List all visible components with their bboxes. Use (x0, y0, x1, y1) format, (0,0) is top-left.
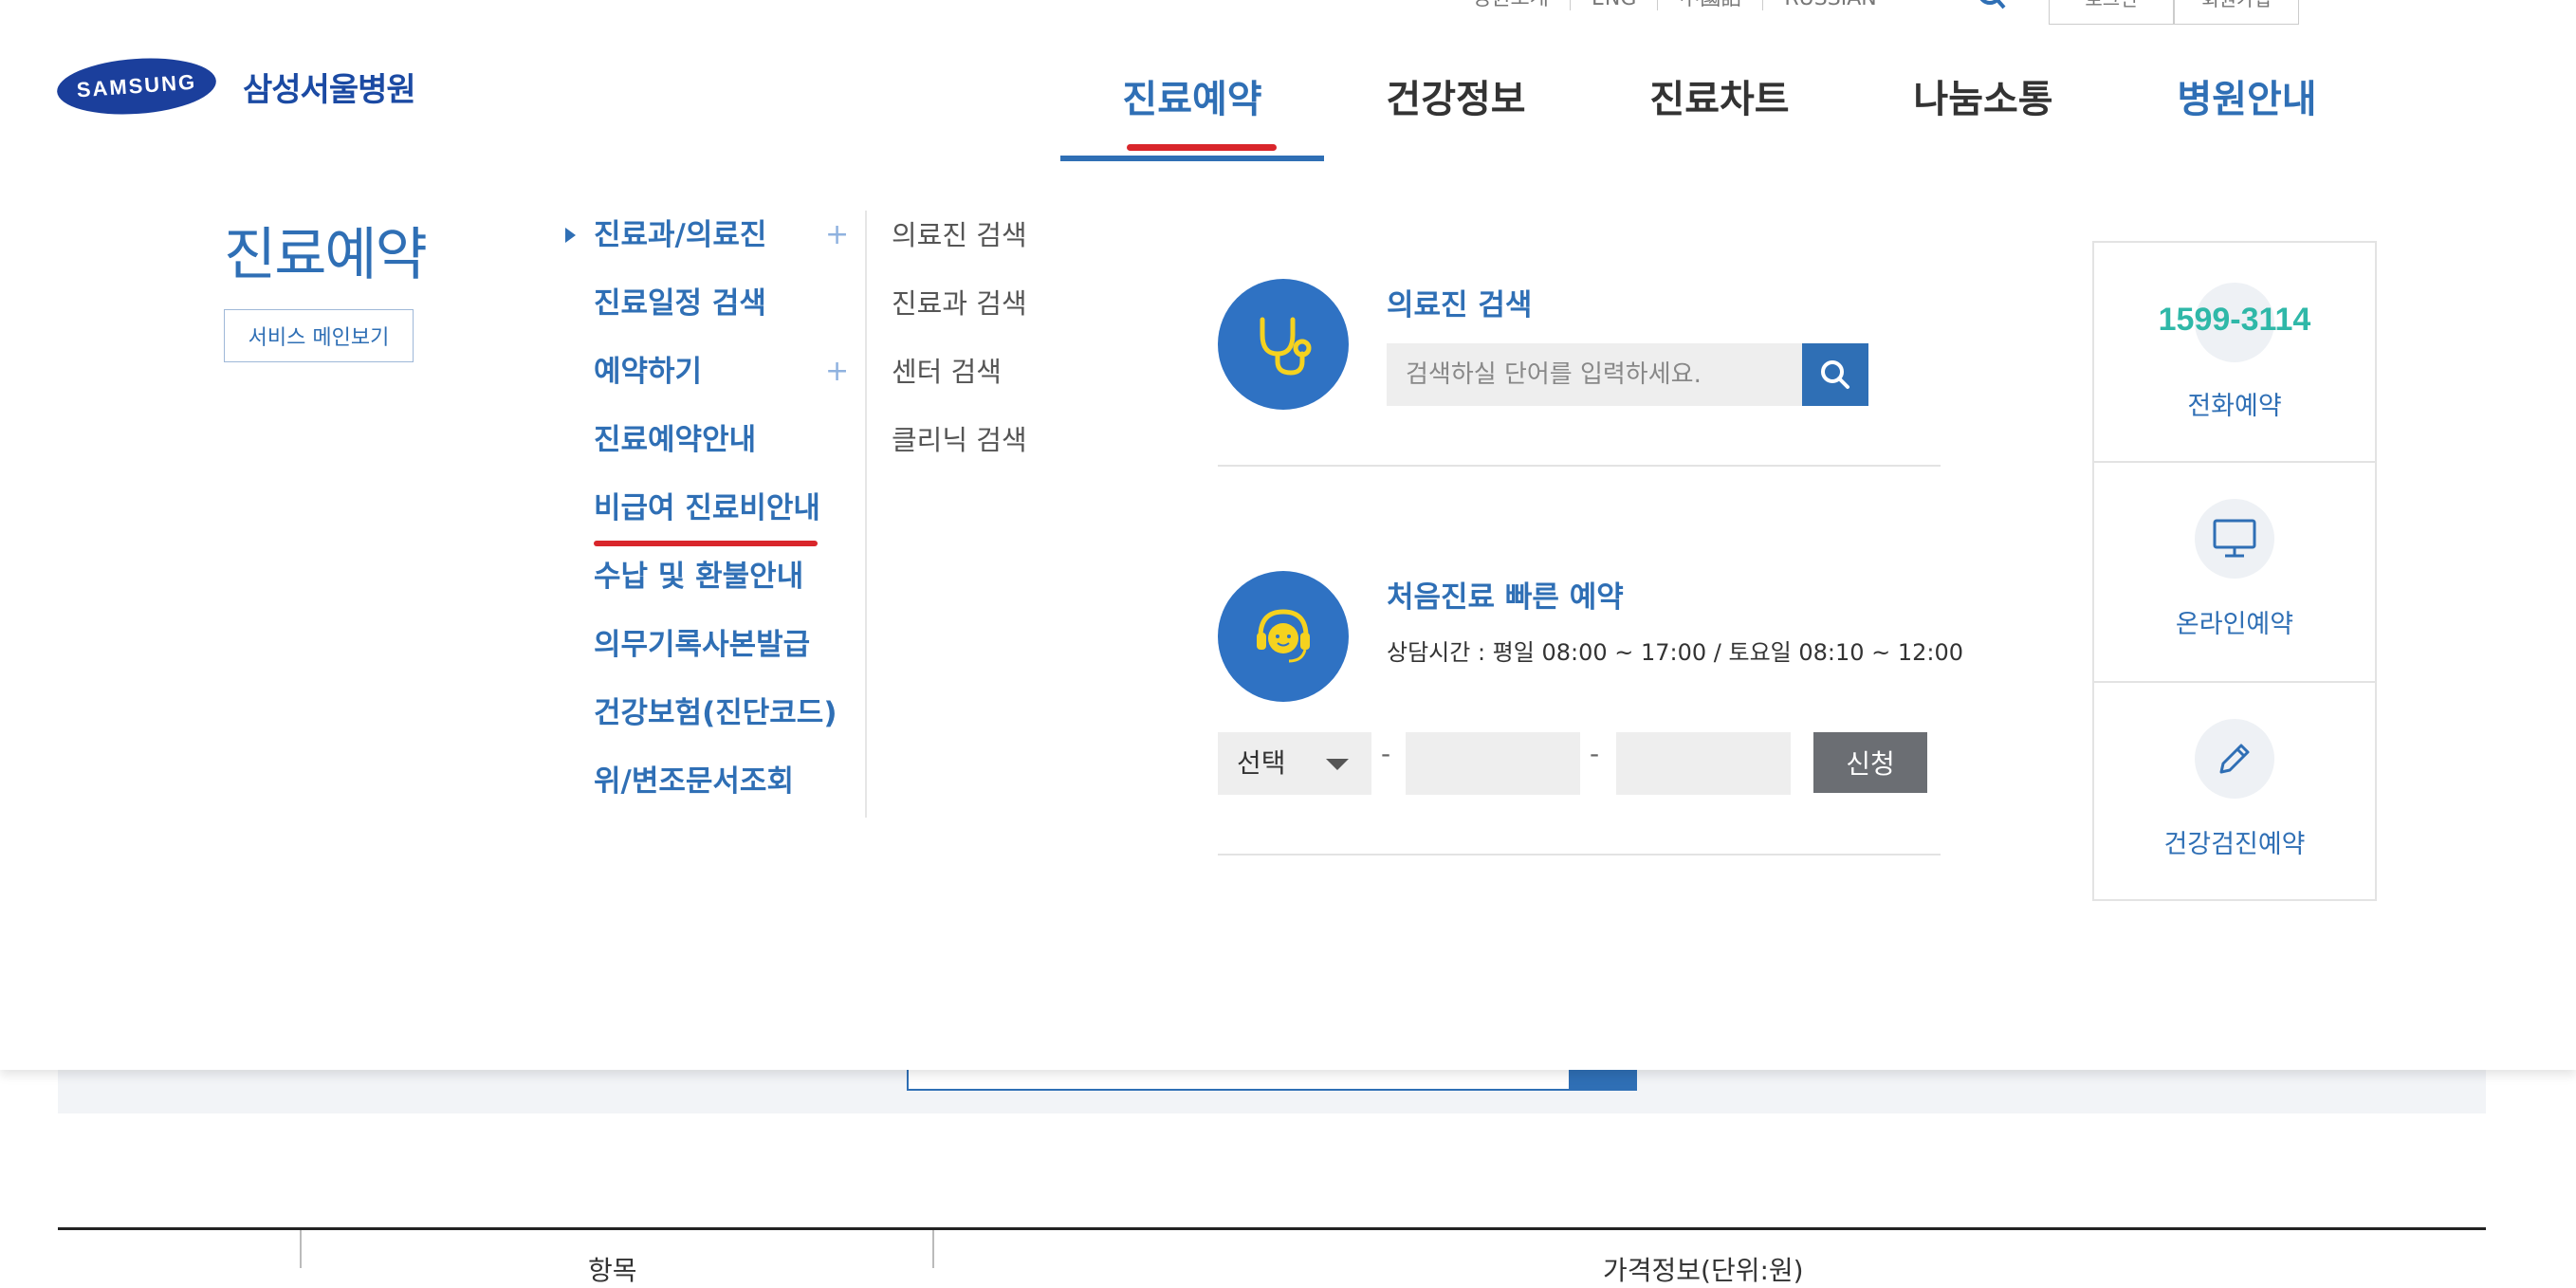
chevron-down-icon (1326, 759, 1349, 770)
utility-links: 병원소개 ENG 中國語 RUSSIAN (1451, 0, 1898, 11)
first-visit-title: 처음진료 빠른 예약 (1387, 580, 1624, 615)
divider (1218, 465, 1941, 467)
lnb-item-schedule-search[interactable]: 진료일정 검색 (565, 279, 850, 347)
sub-item-clinic-search[interactable]: 클리닉 검색 (892, 415, 1027, 484)
dash-separator: - (1590, 738, 1600, 769)
lnb-item-insurance-code[interactable]: 건강보험(진단코드) (565, 689, 850, 757)
samsung-logo: SAMSUNG (55, 53, 218, 120)
headset-agent-icon (1218, 571, 1349, 702)
lnb-item-payment-refund[interactable]: 수납 및 환불안내 (565, 552, 850, 620)
lnb-item-medical-records[interactable]: 의무기록사본발급 (565, 620, 850, 689)
signup-button[interactable]: 회원가입 (2174, 0, 2299, 25)
lnb-item-non-covered-fees[interactable]: 비급여 진료비안내 (565, 484, 850, 552)
apply-button[interactable]: 신청 (1813, 732, 1927, 793)
plus-icon[interactable]: + (825, 347, 849, 396)
page-search-input[interactable] (907, 1070, 1571, 1091)
member-buttons: 로그인 회원가입 (2049, 0, 2299, 25)
sub-item-doctor-search[interactable]: 의료진 검색 (892, 211, 1027, 279)
hospital-logo[interactable]: SAMSUNG 삼성서울병원 (55, 53, 416, 120)
annotation-red-underline (1127, 144, 1277, 151)
triangle-right-icon (565, 228, 576, 243)
online-reservation-label: 온라인예약 (2175, 610, 2294, 639)
annotation-red-underline (594, 541, 818, 546)
checkup-reservation-label: 건강검진예약 (2163, 830, 2306, 859)
online-reservation[interactable]: 온라인예약 (2094, 461, 2375, 679)
monitor-icon (2195, 499, 2274, 579)
dash-separator: - (1381, 738, 1391, 769)
table-top-border (58, 1227, 2486, 1230)
stethoscope-icon (1218, 279, 1349, 410)
lnb-item-booking[interactable]: 예약하기 + (565, 347, 850, 415)
lnb-item-dept-doctor[interactable]: 진료과/의료진 + (565, 211, 850, 279)
table-header-price: 가격정보(단위:원) (1603, 1255, 1804, 1286)
consult-hours: 상담시간 : 평일 08:00 ~ 17:00 / 토요일 08:10 ~ 12… (1387, 639, 1964, 666)
phone-prefix-select[interactable]: 선택 (1218, 732, 1371, 795)
phone-reservation[interactable]: 1599-3114 전화예약 (2094, 243, 2375, 461)
doctor-search-input[interactable]: 검색하실 단어를 입력하세요. (1387, 343, 1802, 406)
sub-menu: 의료진 검색 진료과 검색 센터 검색 클리닉 검색 (892, 211, 1027, 484)
doctor-search-title: 의료진 검색 (1387, 288, 1533, 322)
search-icon[interactable] (1975, 0, 2009, 11)
gnb-item-health-info[interactable]: 건강정보 (1324, 66, 1588, 161)
phone-last-input[interactable] (1616, 732, 1791, 795)
phone-reservation-label: 전화예약 (2187, 392, 2282, 421)
gnb-item-hospital-guide[interactable]: 병원안내 (2115, 66, 2379, 161)
util-link-chinese[interactable]: 中國語 (1658, 0, 1764, 10)
section-title: 진료예약 (224, 222, 428, 288)
gnb-item-medical-chart[interactable]: 진료차트 (1588, 66, 1851, 161)
menu-divider (865, 211, 867, 818)
util-link-about[interactable]: 병원소개 (1451, 0, 1571, 10)
search-icon (1821, 360, 1849, 389)
pencil-icon (2195, 719, 2274, 799)
service-main-button[interactable]: 서비스 메인보기 (224, 309, 414, 362)
mega-menu-panel: 병원소개 ENG 中國語 RUSSIAN 로그인 회원가입 SAMSUNG 삼성… (0, 0, 2576, 1070)
sub-item-center-search[interactable]: 센터 검색 (892, 347, 1027, 415)
quick-reservation-box: 1599-3114 전화예약 온라인예약 건강검진예약 (2092, 241, 2377, 901)
plus-icon[interactable]: + (825, 211, 849, 260)
sub-item-dept-search[interactable]: 진료과 검색 (892, 279, 1027, 347)
reservation-menu: 진료과/의료진 + 진료일정 검색 예약하기 + 진료예약안내 비급여 진료비안… (565, 211, 850, 825)
phone-number: 1599-3114 (2158, 302, 2311, 338)
doctor-search-button[interactable] (1802, 343, 1868, 406)
login-button[interactable]: 로그인 (2049, 0, 2174, 25)
util-link-russian[interactable]: RUSSIAN (1763, 0, 1897, 10)
divider (1218, 854, 1941, 856)
util-link-eng[interactable]: ENG (1571, 0, 1659, 10)
hospital-name: 삼성서울병원 (243, 70, 416, 109)
phone-middle-input[interactable] (1406, 732, 1580, 795)
page-search-button[interactable] (1571, 1070, 1637, 1091)
underlying-page: 항목 가격정보(단위:원) (0, 1070, 2576, 1286)
table-header-item: 항목 (588, 1255, 637, 1286)
checkup-reservation[interactable]: 건강검진예약 (2094, 681, 2375, 899)
lnb-item-reservation-guide[interactable]: 진료예약안내 (565, 415, 850, 484)
gnb-item-sharing[interactable]: 나눔소통 (1851, 66, 2115, 161)
lnb-item-document-verify[interactable]: 위/변조문서조회 (565, 757, 850, 825)
